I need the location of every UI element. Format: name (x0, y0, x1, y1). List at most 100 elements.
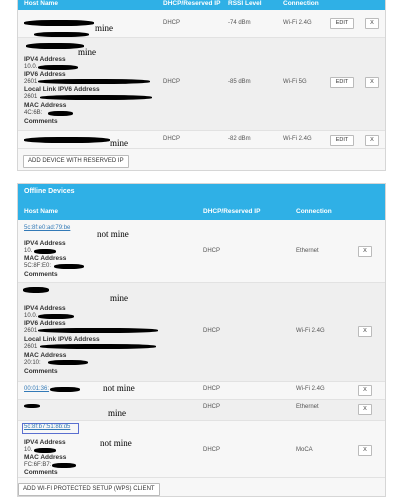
add-wps-client-button[interactable]: ADD WI-FI PROTECTED SETUP (WPS) CLIENT (18, 483, 160, 496)
annotation-mine: mine (110, 138, 128, 148)
remove-button[interactable]: X (358, 445, 372, 456)
mac-value: 4C:6B: (24, 110, 43, 116)
mac-value: FC:6F:B7: (24, 462, 52, 468)
redaction-mark (48, 360, 88, 365)
ipv4-label: IPV4 Address (24, 56, 66, 63)
ip-type: DHCP (163, 20, 181, 26)
col-rssi: RSSI Level (228, 0, 262, 7)
redaction-mark (24, 20, 94, 26)
local-link-ipv6-label: Local Link IPV6 Address (24, 336, 100, 343)
table-row: 5c:8f:e0:ad:79:be IPV4 Address 10. MAC A… (18, 220, 385, 283)
comments-label: Comments (24, 368, 58, 375)
ipv4-label: IPV4 Address (24, 439, 66, 446)
remove-button[interactable]: X (358, 404, 372, 415)
redaction-mark (38, 328, 158, 333)
remove-button[interactable]: X (358, 385, 372, 396)
mac-label: MAC Address (24, 352, 67, 359)
table-row: DHCP -74 dBm Wi-Fi 2.4G EDIT X (18, 10, 385, 38)
col-connection: Connection (296, 208, 332, 215)
table-row: IPV4 Address 10.0. IPV6 Address 2601 Loc… (18, 38, 385, 131)
ip-type: DHCP (203, 404, 221, 410)
ipv6-value: 2601 (24, 79, 38, 85)
connection-type: Wi-Fi 5G (283, 79, 307, 85)
ipv4-label: IPV4 Address (24, 305, 66, 312)
local-link-ipv6-value: 2601 (24, 94, 38, 100)
edit-button[interactable]: EDIT (330, 135, 354, 146)
redaction-mark (50, 387, 80, 392)
annotation-not-mine: not mine (100, 438, 132, 448)
mac-label: MAC Address (24, 255, 67, 262)
redaction-mark (48, 111, 73, 116)
offline-title: Offline Devices (24, 188, 75, 195)
table-row: 5c:8f:b7:51:8b:d5 IPV4 Address 10. MAC A… (18, 421, 385, 478)
add-reserved-ip-button[interactable]: ADD DEVICE WITH RESERVED IP (23, 155, 129, 168)
ip-type: DHCP (163, 136, 181, 142)
remove-button[interactable]: X (365, 77, 379, 88)
ipv6-label: IPV6 Address (24, 320, 66, 327)
remove-button[interactable]: X (358, 326, 372, 337)
rssi-level: -74 dBm (228, 20, 251, 26)
ip-type: DHCP (203, 386, 221, 392)
connection-type: Ethernet (296, 404, 319, 410)
comments-label: Comments (24, 271, 58, 278)
redaction-mark (38, 79, 150, 84)
ipv4-label: IPV4 Address (24, 240, 66, 247)
annotation-mine: mine (110, 293, 128, 303)
offline-table-header: Offline Devices Host Name DHCP/Reserved … (18, 184, 385, 220)
redaction-mark (40, 344, 156, 349)
annotation-mine: mine (78, 47, 96, 57)
rssi-level: -82 dBm (228, 136, 251, 142)
redaction-mark (34, 249, 56, 254)
mac-label: MAC Address (24, 454, 67, 461)
remove-button[interactable]: X (365, 135, 379, 146)
redaction-mark (38, 65, 78, 70)
edit-button[interactable]: EDIT (330, 18, 354, 29)
remove-button[interactable]: X (365, 18, 379, 29)
connection-type: Wi-Fi 2.4G (296, 386, 325, 392)
connection-type: Wi-Fi 2.4G (283, 20, 312, 26)
comments-label: Comments (24, 118, 58, 125)
redaction-mark (26, 43, 84, 49)
ipv6-label: IPV6 Address (24, 71, 66, 78)
host-name-link[interactable]: 00:01:36: (24, 386, 49, 392)
ip-type: DHCP (203, 447, 221, 453)
host-name-link[interactable]: 5c:8f:e0:ad:79:be (24, 225, 70, 231)
redaction-mark (52, 463, 76, 468)
offline-devices-panel: Offline Devices Host Name DHCP/Reserved … (17, 183, 386, 497)
redaction-mark (38, 314, 74, 319)
ip-type: DHCP (203, 328, 221, 334)
col-dhcp-ip: DHCP/Reserved IP (163, 0, 221, 7)
host-name-link[interactable]: 5c:8f:b7:51:8b:d5 (24, 424, 70, 430)
annotation-not-mine: not mine (103, 383, 135, 393)
connection-type: MoCA (296, 447, 313, 453)
rssi-level: -85 dBm (228, 79, 251, 85)
annotation-mine: mine (95, 23, 113, 33)
remove-button[interactable]: X (358, 246, 372, 257)
table-row: DHCP Ethernet X (18, 400, 385, 421)
connection-type: Wi-Fi 2.4G (296, 328, 325, 334)
col-host-name: Host Name (24, 208, 58, 215)
ipv4-value: 10. (24, 447, 33, 453)
redaction-mark (24, 137, 110, 143)
ipv4-value: 10. (24, 248, 33, 254)
annotation-mine: mine (108, 408, 126, 418)
table-row: DHCP -82 dBm Wi-Fi 2.4G EDIT X (18, 131, 385, 149)
connection-type: Wi-Fi 2.4G (283, 136, 312, 142)
redaction-mark (34, 32, 89, 37)
mac-value: 20:10: (24, 360, 41, 366)
col-connection: Connection (283, 0, 319, 7)
ipv4-value: 10.0. (24, 64, 38, 70)
redaction-mark (34, 448, 56, 453)
ip-type: DHCP (163, 79, 181, 85)
connection-type: Ethernet (296, 248, 319, 254)
ipv6-value: 2601 (24, 328, 38, 334)
redaction-mark (54, 264, 84, 269)
table-row: 00:01:36: DHCP Wi-Fi 2.4G X (18, 382, 385, 400)
annotation-not-mine: not mine (97, 229, 129, 239)
table-row: IPV4 Address 10.0. IPV6 Address 2601 Loc… (18, 283, 385, 382)
edit-button[interactable]: EDIT (330, 77, 354, 88)
comments-label: Comments (24, 469, 58, 476)
local-link-ipv6-label: Local Link IPV6 Address (24, 86, 100, 93)
col-dhcp-ip: DHCP/Reserved IP (203, 208, 261, 215)
ipv4-value: 10.0. (24, 313, 38, 319)
